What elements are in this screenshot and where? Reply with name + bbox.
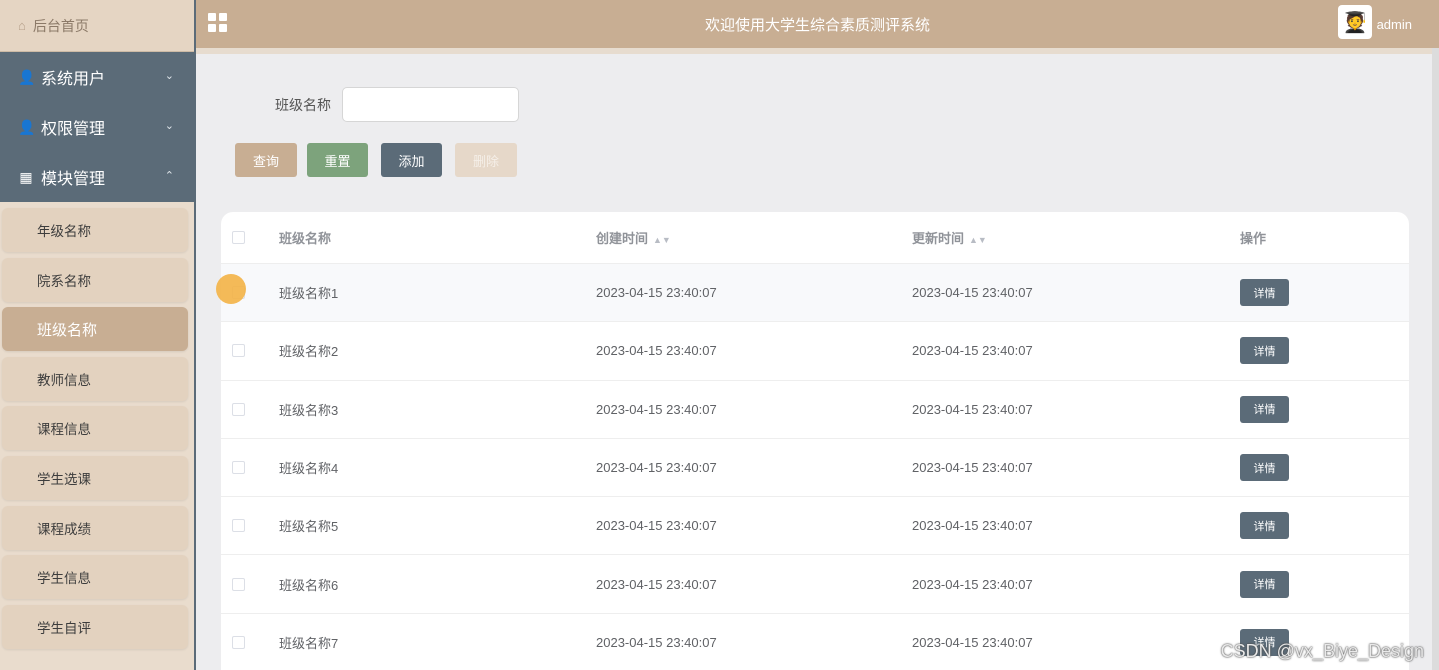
cell-name: 班级名称7 [279,635,339,651]
cell-created: 2023-04-15 23:40:07 [596,634,717,650]
sidebar-item-label: 系统用户 [41,71,106,88]
row-checkbox[interactable] [232,461,245,475]
sidebar-subitem-class[interactable]: 班级名称 [2,307,188,352]
sidebar-submenu: 年级名称 院系名称 班级名称 教师信息 课程信息 学生选课 课程成绩 学生信息 … [0,202,194,649]
action-buttons: 查询 重置 添加 删除 [235,143,527,177]
sidebar-subitem-teacher[interactable]: 教师信息 [2,356,188,401]
top-header: 欢迎使用大学生综合素质测评系统 🧑‍🎓 admin [196,0,1439,48]
delete-button[interactable]: 删除 [455,143,517,177]
reset-button[interactable]: 重置 [307,143,368,177]
user-icon: 👤 [18,68,36,85]
sort-icon[interactable]: ▲▼ [653,235,671,245]
sidebar-subitem-course-grades[interactable]: 课程成绩 [2,505,188,550]
scrollbar[interactable] [1432,48,1439,670]
add-button[interactable]: 添加 [381,143,442,177]
sidebar-subitem-department[interactable]: 院系名称 [2,257,188,302]
avatar[interactable]: 🧑‍🎓 [1338,5,1372,39]
detail-button[interactable]: 详情 [1240,395,1289,423]
chevron-down-icon: ⌄ [164,120,174,132]
cell-name: 班级名称5 [279,519,339,535]
cell-created: 2023-04-15 23:40:07 [596,576,717,592]
sidebar-subitem-course[interactable]: 课程信息 [2,406,188,451]
select-all-checkbox[interactable] [232,231,245,244]
row-checkbox[interactable] [232,635,245,649]
cell-name: 班级名称2 [279,344,339,360]
sidebar-item-system-users[interactable]: 👤 系统用户 ⌄ [0,52,194,102]
column-header-created-label: 创建时间 [596,231,649,246]
cell-created: 2023-04-15 23:40:07 [596,401,717,417]
column-header-updated[interactable]: 更新时间 ▲▼ [912,228,1228,247]
detail-button[interactable]: 详情 [1240,454,1289,482]
cell-name: 班级名称4 [279,461,339,477]
detail-button[interactable]: 详情 [1240,337,1289,365]
sidebar-item-modules[interactable]: ▦ 模块管理 ⌃ [0,152,194,202]
cell-updated: 2023-04-15 23:40:07 [912,343,1033,359]
class-name-search-input[interactable] [342,87,519,122]
table-row: 班级名称3 2023-04-15 23:40:07 2023-04-15 23:… [221,381,1409,439]
cell-created: 2023-04-15 23:40:07 [596,518,717,534]
sort-icon[interactable]: ▲▼ [969,235,987,245]
detail-button[interactable]: 详情 [1240,570,1289,598]
username[interactable]: admin [1377,17,1412,32]
main-content: 班级名称 查询 重置 添加 删除 班级名称 创建时间 ▲▼ 更新时间 ▲▼ 操作 班… [196,54,1432,670]
sidebar-subitem-grade[interactable]: 年级名称 [2,208,188,252]
sidebar-item-permissions[interactable]: 👤 权限管理 ⌄ [0,102,194,152]
cell-created: 2023-04-15 23:40:07 [596,285,717,301]
cursor-highlight [216,274,246,304]
page-title: 欢迎使用大学生综合素质测评系统 [704,17,930,34]
cell-updated: 2023-04-15 23:40:07 [912,460,1033,476]
chevron-up-icon: ⌃ [164,170,174,182]
table-row: 班级名称2 2023-04-15 23:40:07 2023-04-15 23:… [221,322,1409,381]
sidebar-subitem-course-selection[interactable]: 学生选课 [2,455,188,500]
sidebar: ⌂ 后台首页 👤 系统用户 ⌄ 👤 权限管理 ⌄ ▦ 模块管理 ⌃ 年级名称 院… [0,0,196,670]
sidebar-item-label: 模块管理 [41,171,106,188]
chevron-down-icon: ⌄ [164,70,174,82]
column-header-created[interactable]: 创建时间 ▲▼ [596,228,912,247]
cell-name: 班级名称6 [279,577,339,593]
sidebar-home-label: 后台首页 [32,17,89,34]
table-row: 班级名称5 2023-04-15 23:40:07 2023-04-15 23:… [221,497,1409,556]
search-bar: 班级名称 [275,87,519,122]
table-header: 班级名称 创建时间 ▲▼ 更新时间 ▲▼ 操作 [221,212,1409,264]
row-checkbox[interactable] [232,344,245,358]
table-row: 班级名称1 2023-04-15 23:40:07 2023-04-15 23:… [221,264,1409,323]
watermark: CSDN @vx_Biye_Design [1220,641,1424,661]
sidebar-item-label: 权限管理 [41,121,106,138]
row-checkbox[interactable] [232,519,245,533]
column-header-op: 操作 [1240,231,1267,246]
detail-button[interactable]: 详情 [1240,512,1289,540]
detail-button[interactable]: 详情 [1240,279,1289,307]
cell-updated: 2023-04-15 23:40:07 [912,634,1033,650]
cell-name: 班级名称1 [279,286,339,302]
row-checkbox[interactable] [232,577,245,591]
cell-updated: 2023-04-15 23:40:07 [912,576,1033,592]
search-label: 班级名称 [275,96,331,113]
cell-name: 班级名称3 [279,402,339,418]
cell-created: 2023-04-15 23:40:07 [596,343,717,359]
table-row: 班级名称4 2023-04-15 23:40:07 2023-04-15 23:… [221,439,1409,498]
column-header-updated-label: 更新时间 [912,231,965,246]
cell-updated: 2023-04-15 23:40:07 [912,285,1033,301]
table-row: 班级名称6 2023-04-15 23:40:07 2023-04-15 23:… [221,555,1409,614]
column-header-name: 班级名称 [279,231,332,246]
sidebar-subitem-self-evaluation[interactable]: 学生自评 [2,604,188,649]
query-button[interactable]: 查询 [235,143,297,177]
cell-created: 2023-04-15 23:40:07 [596,460,717,476]
cell-updated: 2023-04-15 23:40:07 [912,401,1033,417]
cell-updated: 2023-04-15 23:40:07 [912,518,1033,534]
sidebar-menu: 👤 系统用户 ⌄ 👤 权限管理 ⌄ ▦ 模块管理 ⌃ [0,52,194,202]
home-icon: ⌂ [18,18,26,33]
grid-icon: ▦ [19,168,33,185]
class-table: 班级名称 创建时间 ▲▼ 更新时间 ▲▼ 操作 班级名称1 2023-04-15 2… [221,212,1409,670]
row-checkbox[interactable] [232,402,245,416]
user-icon: 👤 [18,118,36,135]
sidebar-subitem-student-info[interactable]: 学生信息 [2,555,188,600]
sidebar-home[interactable]: ⌂ 后台首页 [0,0,194,52]
